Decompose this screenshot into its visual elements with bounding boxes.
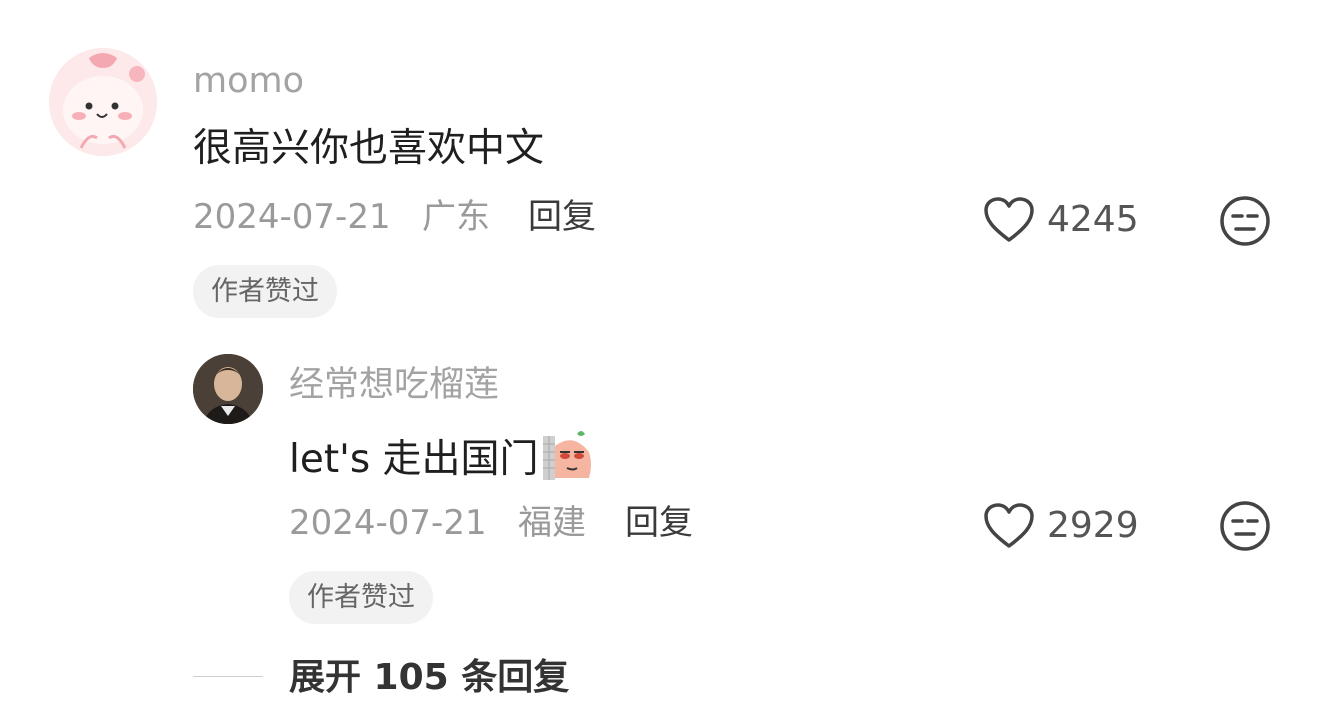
author-liked-badge: 作者赞过 <box>193 265 337 318</box>
reply-content: let's 走出国门 <box>289 431 595 482</box>
like-count: 4245 <box>1047 199 1139 240</box>
comment-text: 很高兴你也喜欢中文 <box>193 126 545 171</box>
like-button[interactable]: 4245 <box>983 196 1139 244</box>
like-count: 2929 <box>1047 505 1139 546</box>
reply-text: let's 走出国门 <box>289 436 539 482</box>
unamused-face-icon <box>1220 196 1270 246</box>
cute-bunny-avatar-icon <box>49 48 157 156</box>
like-button[interactable]: 2929 <box>983 502 1139 550</box>
reply-date: 2024-07-21 <box>289 503 487 543</box>
reply-username[interactable]: 经常想吃榴莲 <box>289 368 499 403</box>
reply-button[interactable]: 回复 <box>625 506 693 540</box>
dislike-button[interactable] <box>1219 195 1271 251</box>
comment-location: 广东 <box>422 197 490 237</box>
comment-date: 2024-07-21 <box>193 197 391 237</box>
avatar[interactable] <box>49 48 157 156</box>
avatar[interactable] <box>193 354 263 424</box>
expand-replies-button[interactable]: 展开 105 条回复 <box>289 660 569 696</box>
reply-button[interactable]: 回复 <box>528 200 596 234</box>
portrait-avatar-icon <box>193 354 263 424</box>
unamused-face-icon <box>1220 501 1270 551</box>
reply-location: 福建 <box>518 503 586 543</box>
comment-username[interactable]: momo <box>193 64 304 99</box>
heart-outline-icon <box>984 197 1034 242</box>
heart-outline-icon <box>984 503 1034 548</box>
peeking-bean-sticker-icon <box>542 431 591 480</box>
divider <box>193 676 263 677</box>
dislike-button[interactable] <box>1219 500 1271 556</box>
author-liked-badge: 作者赞过 <box>289 571 433 624</box>
